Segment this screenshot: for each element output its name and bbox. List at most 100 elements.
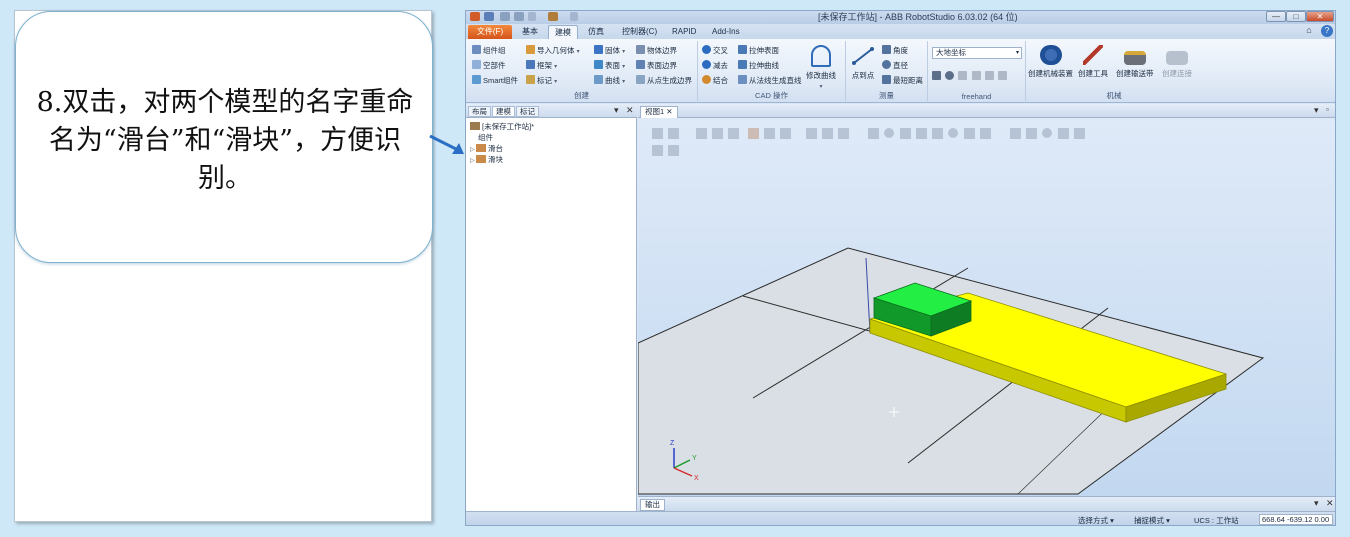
view-tool-icon[interactable] xyxy=(806,128,817,139)
tab-tags[interactable]: 标记 xyxy=(516,106,539,117)
frame-button[interactable]: 框架 ▾ xyxy=(526,60,557,71)
tree-item-slider[interactable]: ▷ 滑块 xyxy=(470,154,534,165)
pin-icon[interactable]: ▾ xyxy=(614,105,619,116)
create-conveyor-button[interactable]: 创建输送带 xyxy=(1116,45,1154,79)
subtract-button[interactable]: 减去 xyxy=(702,60,728,71)
component-group-button[interactable]: 组件组 xyxy=(472,45,506,56)
save-icon[interactable] xyxy=(484,12,494,21)
tab-layout[interactable]: 布局 xyxy=(468,106,491,117)
tool-icon[interactable] xyxy=(548,12,558,21)
view-tool-icon[interactable] xyxy=(712,128,723,139)
snap-mode-dropdown[interactable]: 捕捉模式 ▾ xyxy=(1134,515,1170,525)
union-button[interactable]: 结合 xyxy=(702,75,728,86)
diameter-button[interactable]: 直径 xyxy=(882,60,908,71)
extrude-surface-button[interactable]: 拉伸表面 xyxy=(738,45,779,56)
view-tool-icon[interactable] xyxy=(1042,128,1052,138)
pin-icon[interactable]: ▾ xyxy=(1314,105,1319,116)
modify-curve-button[interactable]: 修改曲线 ▾ xyxy=(806,45,836,90)
tab-simulation[interactable]: 仿真 xyxy=(582,25,610,39)
tree-item-slide-table[interactable]: ▷ 滑台 xyxy=(470,143,534,154)
scene-canvas[interactable]: Z Y X xyxy=(637,118,1336,496)
view-tool-icon[interactable] xyxy=(652,128,663,139)
union-icon xyxy=(702,75,711,84)
view-tool-icon[interactable] xyxy=(728,128,739,139)
view-tool-icon[interactable] xyxy=(884,128,894,138)
tab-file[interactable]: 文件(F) xyxy=(468,25,512,39)
curve-button[interactable]: 曲线 ▾ xyxy=(594,75,625,86)
pin-icon[interactable]: ▾ xyxy=(1314,498,1319,509)
maximize-icon[interactable]: ▫ xyxy=(1326,105,1329,114)
min-distance-button[interactable]: 最短距离 xyxy=(882,75,923,86)
view-tool-icon[interactable] xyxy=(1074,128,1085,139)
view-tool-icon[interactable] xyxy=(948,128,958,138)
body-border-button[interactable]: 物体边界 xyxy=(636,45,677,56)
quick-access-dropdown-icon[interactable] xyxy=(528,12,536,21)
tab-controller[interactable]: 控制器(C) xyxy=(616,25,663,39)
view-tool-icon[interactable] xyxy=(964,128,975,139)
view-tool-icon[interactable] xyxy=(1058,128,1069,139)
line-from-normal-button[interactable]: 从法线生成直线 xyxy=(738,75,802,86)
view-tool-icon[interactable] xyxy=(668,128,679,139)
view-tool-icon[interactable] xyxy=(1010,128,1021,139)
tab-modeling[interactable]: 建模 xyxy=(548,25,578,39)
surface-button[interactable]: 表面 ▾ xyxy=(594,60,625,71)
3d-scene[interactable]: Z Y X xyxy=(637,118,1336,496)
tab-home[interactable]: 基本 xyxy=(516,25,544,39)
undo-icon[interactable] xyxy=(500,12,510,21)
jog-reorient-icon[interactable] xyxy=(984,71,994,80)
tab-model[interactable]: 建模 xyxy=(492,106,515,117)
view-tool-icon[interactable] xyxy=(838,128,849,139)
close-button[interactable]: ✕ xyxy=(1306,11,1334,22)
rotate-icon[interactable] xyxy=(945,71,955,80)
view-tool-icon[interactable] xyxy=(980,128,991,139)
view-tool-icon[interactable] xyxy=(822,128,833,139)
view-tool-icon[interactable] xyxy=(668,145,679,156)
minimize-button[interactable]: — xyxy=(1266,11,1286,22)
create-mechanism-button[interactable]: 创建机械装置 xyxy=(1028,45,1073,79)
redo-icon[interactable] xyxy=(514,12,524,21)
app-logo-icon[interactable] xyxy=(470,12,480,21)
view-tool-icon[interactable] xyxy=(868,128,879,139)
view-tool-icon[interactable] xyxy=(780,128,791,139)
angle-button[interactable]: 角度 xyxy=(882,45,908,56)
border-from-points-button[interactable]: 从点生成边界 xyxy=(636,75,692,86)
tree-component-group[interactable]: 组件 xyxy=(470,132,534,143)
view-tool-icon[interactable] xyxy=(916,128,927,139)
empty-part-button[interactable]: 空部件 xyxy=(472,60,506,71)
intersect-button[interactable]: 交叉 xyxy=(702,45,728,56)
selection-mode-dropdown[interactable]: 选择方式 ▾ xyxy=(1078,515,1114,525)
view-tool-icon[interactable] xyxy=(932,128,943,139)
smart-component-button[interactable]: Smart组件 xyxy=(472,75,518,86)
create-tool-button[interactable]: 创建工具 xyxy=(1078,45,1108,79)
create-connection-button[interactable]: 创建连接 xyxy=(1162,45,1192,79)
view-tool-icon[interactable] xyxy=(900,128,911,139)
jog-joint-icon[interactable] xyxy=(958,71,968,80)
multi-robot-jog-icon[interactable] xyxy=(998,71,1008,80)
close-icon[interactable]: ✕ xyxy=(1326,498,1334,509)
maximize-button[interactable]: □ xyxy=(1286,11,1306,22)
view-tool-icon[interactable] xyxy=(764,128,775,139)
import-geometry-button[interactable]: 导入几何体 ▾ xyxy=(526,45,580,56)
move-icon[interactable] xyxy=(932,71,941,80)
tab-addins[interactable]: Add-Ins xyxy=(706,25,746,39)
solid-button[interactable]: 固体 ▾ xyxy=(594,45,625,56)
tab-rapid[interactable]: RAPID xyxy=(666,25,702,39)
view-tool-icon[interactable] xyxy=(1026,128,1037,139)
home-icon[interactable]: ⌂ xyxy=(1303,25,1315,37)
view-tool-icon[interactable] xyxy=(748,128,759,139)
coordinate-system-select[interactable]: 大地坐标 ▾ xyxy=(932,47,1022,59)
view-tool-icon[interactable] xyxy=(696,128,707,139)
customize-icon[interactable] xyxy=(570,12,578,21)
point-to-point-button[interactable]: 点到点 xyxy=(850,45,876,81)
tag-button[interactable]: 标记 ▾ xyxy=(526,75,557,86)
view-tool-icon[interactable] xyxy=(652,145,663,156)
tree-station[interactable]: [未保存工作站]* xyxy=(470,121,534,132)
jog-linear-icon[interactable] xyxy=(971,71,981,80)
tab-view1[interactable]: 视图1 ✕ xyxy=(640,106,678,118)
tab-output[interactable]: 输出 xyxy=(640,499,665,511)
surface-border-button[interactable]: 表面边界 xyxy=(636,60,677,71)
help-icon[interactable]: ? xyxy=(1321,25,1333,37)
close-icon[interactable]: ✕ xyxy=(666,107,672,116)
extrude-curve-button[interactable]: 拉伸曲线 xyxy=(738,60,779,71)
close-icon[interactable]: ✕ xyxy=(626,105,634,116)
